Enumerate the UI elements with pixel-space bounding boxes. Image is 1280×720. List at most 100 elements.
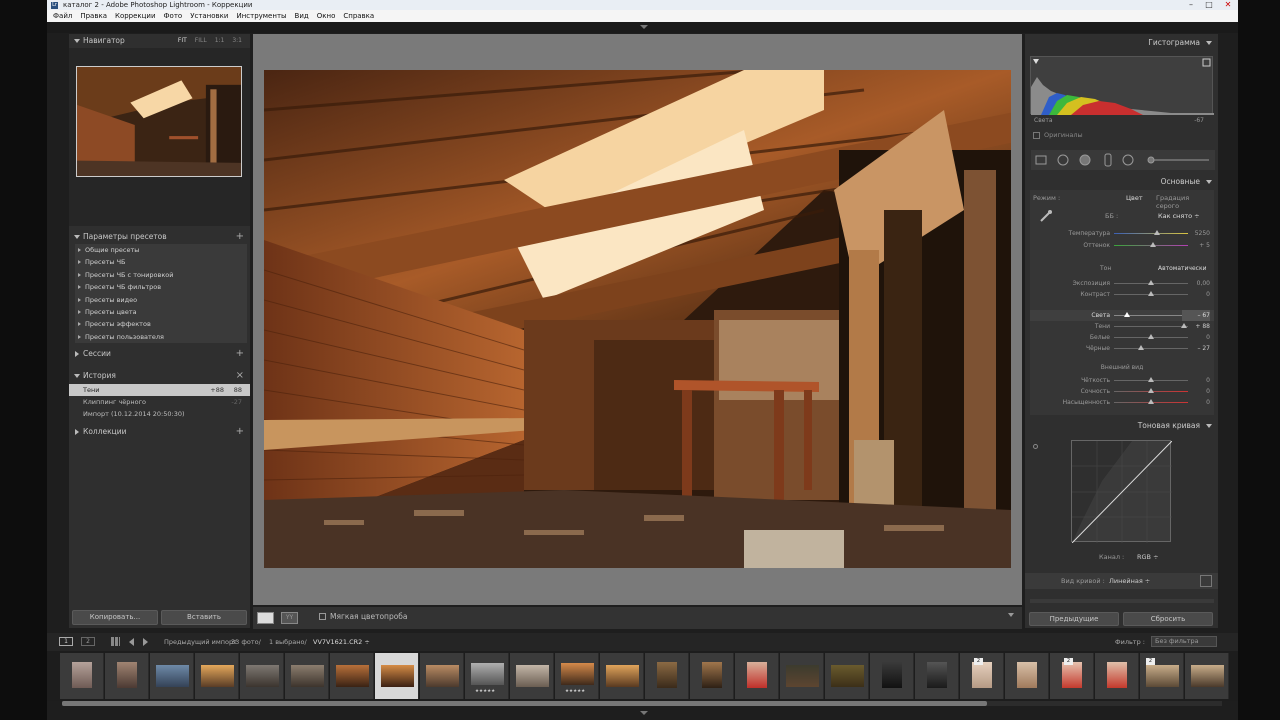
filmstrip-thumb[interactable]: 2: [960, 653, 1004, 699]
slider-tint[interactable]: Оттенок + 5: [1030, 240, 1214, 251]
menu-view[interactable]: Вид: [295, 10, 309, 22]
reset-button[interactable]: Сбросить: [1123, 612, 1213, 626]
filmstrip-thumb[interactable]: [510, 653, 554, 699]
slider-knob[interactable]: [1148, 388, 1154, 393]
preset-folder[interactable]: Пресеты ЧБ: [75, 256, 247, 268]
slider-clarity[interactable]: Чёткость 0: [1030, 375, 1214, 386]
slider-knob[interactable]: [1148, 291, 1154, 296]
filmstrip-source[interactable]: Предыдущий импорт: [164, 638, 237, 646]
slider-knob[interactable]: [1154, 230, 1160, 235]
close-button[interactable]: ✕: [1219, 0, 1237, 10]
treatment-bw[interactable]: Градация серого: [1156, 194, 1214, 210]
filmstrip-thumb[interactable]: [600, 653, 644, 699]
filmstrip-thumb[interactable]: [60, 653, 104, 699]
histogram[interactable]: [1030, 56, 1214, 115]
soft-proof-checkbox[interactable]: [319, 613, 326, 620]
slider-track[interactable]: [1114, 348, 1188, 349]
preset-folder[interactable]: Общие пресеты: [75, 244, 247, 256]
slider-knob[interactable]: [1148, 377, 1154, 382]
previous-button[interactable]: Предыдущие: [1029, 612, 1119, 626]
collapse-top-icon[interactable]: [640, 25, 648, 29]
history-item[interactable]: Клиппинг чёрного -27: [69, 396, 250, 408]
slider-blacks[interactable]: Чёрные – 27: [1030, 343, 1214, 354]
slider-track[interactable]: [1114, 326, 1188, 327]
paste-button[interactable]: Вставить: [161, 610, 247, 625]
channel-select[interactable]: RGB ÷: [1137, 553, 1159, 561]
slider-highlights[interactable]: Света – 67: [1030, 310, 1214, 321]
eyedropper-icon[interactable]: [1039, 209, 1053, 223]
slider-exposure[interactable]: Экспозиция 0,00: [1030, 278, 1214, 289]
slider-knob[interactable]: [1150, 242, 1156, 247]
filmstrip-thumb[interactable]: 2: [1050, 653, 1094, 699]
menu-edit[interactable]: Правка: [80, 10, 107, 22]
add-collection-icon[interactable]: +: [236, 425, 244, 439]
collections-header[interactable]: Коллекции +: [69, 425, 250, 439]
before-after-button[interactable]: YY: [281, 612, 298, 624]
filmstrip-thumb[interactable]: [420, 653, 464, 699]
slider-knob[interactable]: [1138, 345, 1144, 350]
filmstrip-thumb[interactable]: [915, 653, 959, 699]
slider-value[interactable]: 0: [1182, 332, 1210, 343]
maximize-button[interactable]: □: [1200, 0, 1218, 10]
menu-help[interactable]: Справка: [343, 10, 374, 22]
filmstrip-thumb[interactable]: [690, 653, 734, 699]
filmstrip-thumb[interactable]: [330, 653, 374, 699]
filmstrip-thumb[interactable]: [105, 653, 149, 699]
tone-curve-graph[interactable]: [1071, 440, 1173, 544]
toolbar-options-icon[interactable]: [1008, 613, 1014, 617]
originals-checkbox[interactable]: [1033, 131, 1040, 139]
filmstrip-scrollbar[interactable]: [62, 701, 1222, 706]
page-1-button[interactable]: 1: [59, 637, 73, 646]
wb-select[interactable]: Как снято ÷: [1158, 212, 1200, 220]
filmstrip-thumb[interactable]: ★★★★★: [555, 653, 599, 699]
filmstrip-thumb[interactable]: [1005, 653, 1049, 699]
filmstrip-thumb[interactable]: [240, 653, 284, 699]
filmstrip-thumb[interactable]: [1095, 653, 1139, 699]
point-curve-select[interactable]: Линейная ÷: [1109, 577, 1150, 585]
menu-file[interactable]: Файл: [53, 10, 72, 22]
slider-knob[interactable]: [1124, 312, 1130, 317]
slider-saturation[interactable]: Насыщенность 0: [1030, 397, 1214, 408]
slider-value[interactable]: + 88: [1182, 321, 1210, 332]
slider-value[interactable]: 0: [1182, 289, 1210, 300]
basic-header[interactable]: Основные: [1025, 175, 1218, 189]
preset-folder[interactable]: Пресеты цвета: [75, 306, 247, 318]
filmstrip-thumb[interactable]: [645, 653, 689, 699]
forward-arrow-icon[interactable]: [143, 638, 148, 646]
slider-contrast[interactable]: Контраст 0: [1030, 289, 1214, 300]
filmstrip-thumb-selected[interactable]: [375, 653, 419, 699]
menu-tools[interactable]: Инструменты: [236, 10, 286, 22]
originals-toggle[interactable]: Оригиналы: [1033, 131, 1083, 139]
photo-preview[interactable]: [264, 70, 1011, 568]
slider-value[interactable]: 0: [1182, 375, 1210, 386]
history-header[interactable]: История ×: [69, 369, 250, 383]
copy-button[interactable]: Копировать...: [72, 610, 158, 625]
slider-value[interactable]: 0: [1182, 397, 1210, 408]
treatment-color[interactable]: Цвет: [1126, 194, 1143, 202]
preset-folder[interactable]: Пресеты ЧБ с тонировкой: [75, 269, 247, 281]
filmstrip-thumb[interactable]: [735, 653, 779, 699]
filmstrip-thumb[interactable]: [825, 653, 869, 699]
history-item[interactable]: Тени +88 88: [69, 384, 250, 396]
menu-window[interactable]: Окно: [317, 10, 336, 22]
preset-folder[interactable]: Пресеты эффектов: [75, 318, 247, 330]
add-session-icon[interactable]: +: [236, 347, 244, 361]
filmstrip-thumb[interactable]: 2: [1140, 653, 1184, 699]
slider-value[interactable]: + 5: [1182, 240, 1210, 251]
navigator-thumbnail[interactable]: [76, 66, 242, 177]
filmstrip-thumb[interactable]: [285, 653, 329, 699]
minimize-button[interactable]: –: [1182, 0, 1200, 10]
menu-develop[interactable]: Коррекции: [115, 10, 156, 22]
slider-value[interactable]: 0,00: [1182, 278, 1210, 289]
filmstrip-thumb[interactable]: [780, 653, 824, 699]
grid-view-icon[interactable]: [111, 637, 120, 646]
edit-point-curve-icon[interactable]: [1200, 575, 1212, 587]
hsl-header-stub[interactable]: [1030, 599, 1214, 603]
slider-value[interactable]: – 27: [1182, 343, 1210, 354]
sessions-header[interactable]: Сессии +: [69, 347, 250, 361]
slider-knob[interactable]: [1148, 280, 1154, 285]
slider-temperature[interactable]: Температура 5250: [1030, 228, 1214, 239]
history-item[interactable]: Импорт (10.12.2014 20:50:30): [69, 408, 250, 420]
zoom-fill[interactable]: FILL: [195, 34, 207, 48]
tone-curve-header[interactable]: Тоновая кривая: [1025, 419, 1218, 433]
